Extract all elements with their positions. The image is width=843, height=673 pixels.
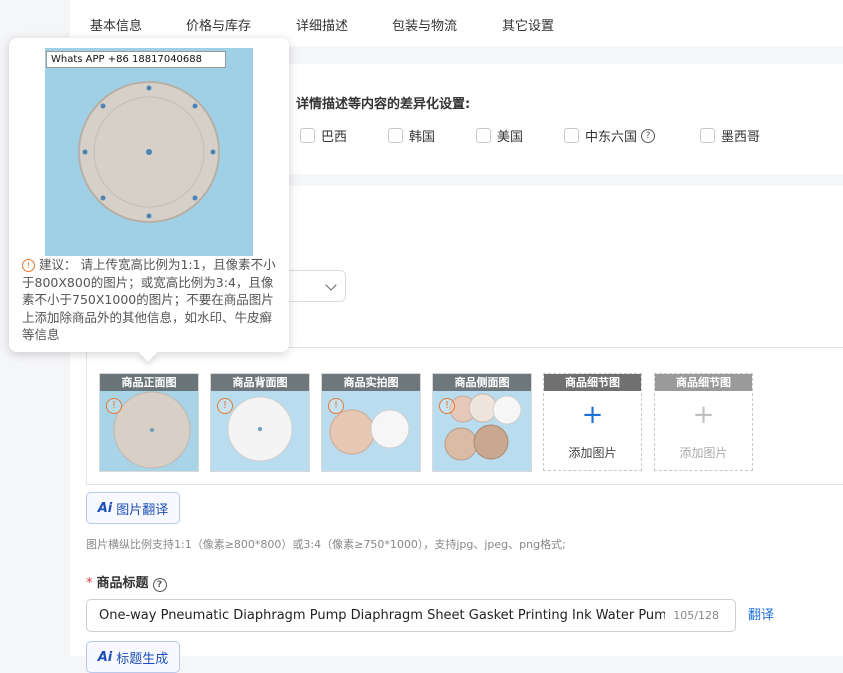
image-label: 商品侧面图 — [433, 374, 531, 391]
image-format-hint: 图片横纵比例支持1:1（像素≥800*800）或3:4（像素≥750*1000）… — [86, 538, 566, 551]
warning-icon[interactable]: ! — [106, 398, 122, 414]
image-label: 商品细节图 — [544, 374, 641, 391]
image-label: 商品正面图 — [100, 374, 198, 391]
add-image-slot-disabled: 商品细节图 + 添加图片 — [654, 373, 753, 471]
popover-tip-text: 建议： 请上传宽高比例为1:1，且像素不小于800X800的图片；或宽高比例为3… — [22, 257, 276, 342]
checkbox-middle-east[interactable]: 中东六国? — [564, 126, 656, 145]
product-title-value[interactable]: One-way Pneumatic Diaphragm Pump Diaphra… — [99, 608, 665, 623]
char-count: 105/128 — [673, 609, 719, 622]
popover-preview-image: Whats APP +86 18817040688 — [45, 48, 253, 256]
image-label: 商品实拍图 — [322, 374, 420, 391]
tab-basic-info[interactable]: 基本信息 — [90, 15, 142, 34]
checkbox-usa[interactable]: 美国 — [476, 126, 523, 145]
warning-icon[interactable]: ! — [439, 398, 455, 414]
add-image-text: 添加图片 — [679, 446, 728, 460]
watermark-text: Whats APP +86 18817040688 — [46, 51, 226, 68]
checkbox-mexico[interactable]: 墨西哥 — [700, 126, 760, 145]
image-side[interactable]: 商品侧面图 ! — [432, 373, 532, 472]
title-generate-button[interactable]: Ai 标题生成 — [86, 641, 180, 673]
translate-link[interactable]: 翻译 — [748, 604, 774, 623]
tab-description[interactable]: 详细描述 — [296, 15, 348, 34]
image-real-shot[interactable]: 商品实拍图 ! — [321, 373, 421, 472]
tab-price-stock[interactable]: 价格与库存 — [186, 15, 251, 34]
product-images-panel: 商品正面图 ! 商品背面图 ! 商品实拍图 ! 商品侧面图 ! 商品细节图 + … — [86, 347, 843, 485]
warning-icon[interactable]: ! — [328, 398, 344, 414]
image-tip-popover: Whats APP +86 18817040688 ! 建议： 请上传宽高比例为1… — [9, 38, 289, 362]
popover-tip: ! 建议： 请上传宽高比例为1:1，且像素不小于800X800的图片；或宽高比例为… — [22, 256, 282, 344]
add-image-text: 添加图片 — [568, 446, 617, 460]
diaphragm-image-graphic — [45, 48, 253, 256]
image-translate-button[interactable]: Ai 图片翻译 — [86, 492, 180, 524]
plus-icon: + — [581, 400, 604, 430]
warning-icon: ! — [22, 259, 35, 272]
checkbox-brazil[interactable]: 巴西 — [300, 126, 347, 145]
tab-packaging[interactable]: 包装与物流 — [392, 15, 457, 34]
help-icon[interactable]: ? — [152, 578, 167, 592]
required-star: * — [86, 576, 93, 591]
chevron-down-icon — [325, 279, 337, 291]
tab-other-settings[interactable]: 其它设置 — [502, 15, 554, 34]
image-back[interactable]: 商品背面图 ! — [210, 373, 310, 472]
ai-icon: Ai — [97, 649, 113, 665]
product-title-input[interactable]: One-way Pneumatic Diaphragm Pump Diaphra… — [86, 599, 736, 632]
diff-settings-title: 详情描述等内容的差异化设置: — [296, 97, 471, 112]
image-front[interactable]: 商品正面图 ! — [99, 373, 199, 472]
image-label: 商品细节图 — [655, 374, 752, 391]
add-image-slot[interactable]: 商品细节图 + 添加图片 — [543, 373, 642, 471]
ai-icon: Ai — [97, 500, 113, 516]
plus-icon: + — [692, 400, 715, 430]
checkbox-korea[interactable]: 韩国 — [388, 126, 435, 145]
warning-icon[interactable]: ! — [217, 398, 233, 414]
product-title-label: * 商品标题? — [86, 572, 167, 592]
help-icon[interactable]: ? — [641, 128, 656, 143]
image-label: 商品背面图 — [211, 374, 309, 391]
